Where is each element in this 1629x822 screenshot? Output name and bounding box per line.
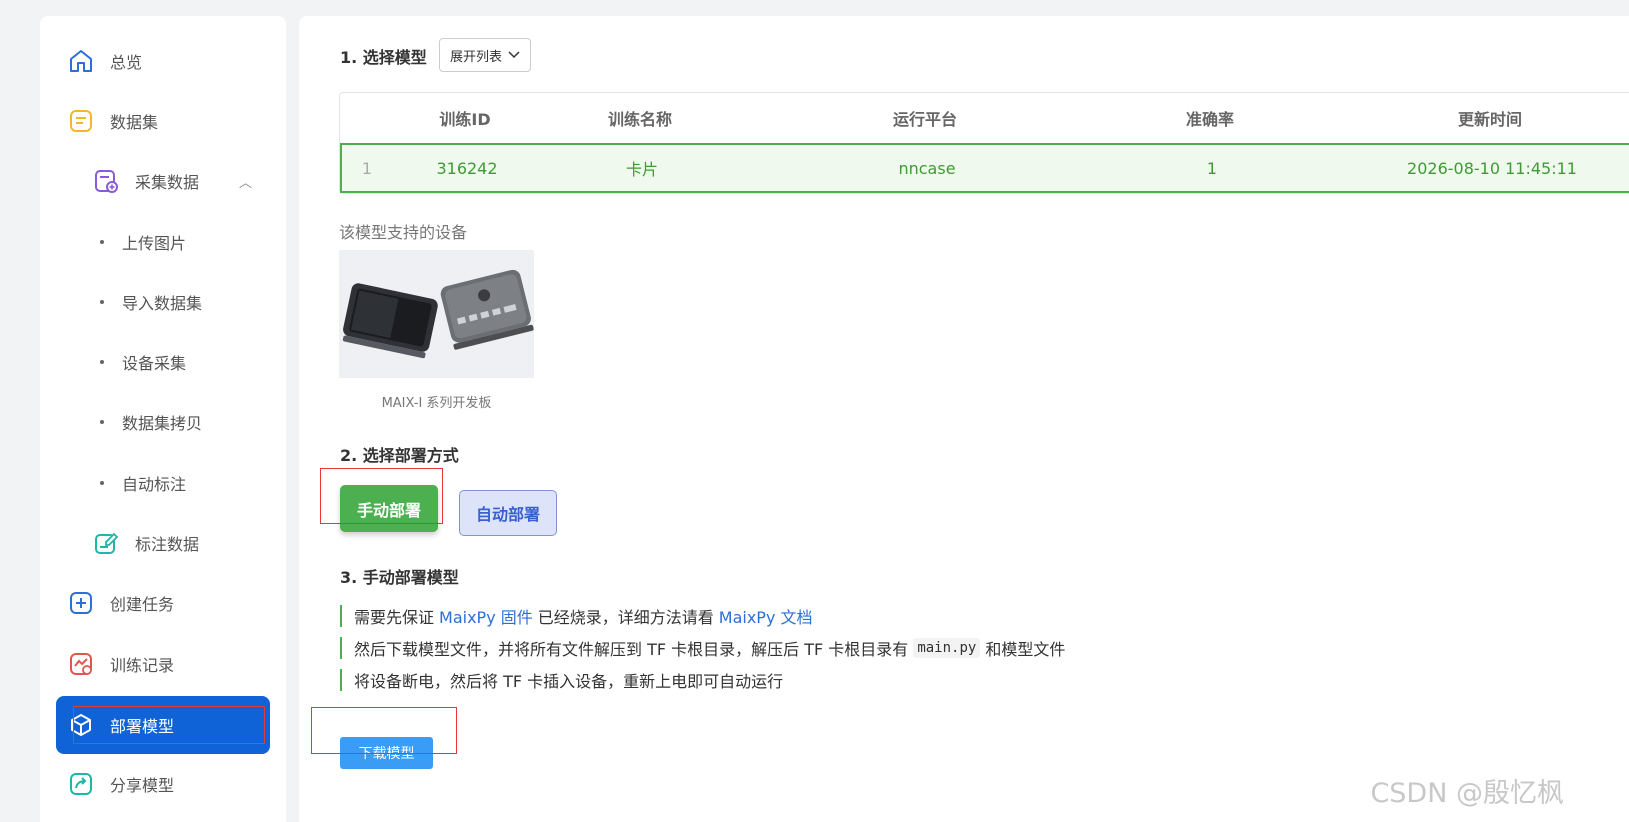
- step3-title: 3. 手动部署模型: [340, 568, 459, 587]
- instruction-text: 然后下载模型文件，并将所有文件解压到 TF 卡根目录，解压后 TF 卡根目录有: [354, 640, 909, 659]
- step1-title: 1. 选择模型: [340, 48, 427, 67]
- column-header: 训练名称: [607, 110, 672, 129]
- cell-updated: 2026-08-10 11:45:11: [1407, 158, 1577, 178]
- sidebar-item-label: 训练记录: [110, 656, 175, 675]
- sidebar-item-deploy-model[interactable]: 部署模型: [56, 696, 270, 754]
- sidebar-item-label: 标注数据: [135, 535, 200, 554]
- instruction-text: 将设备断电，然后将 TF 卡插入设备，重新上电即可自动运行: [354, 672, 784, 691]
- chevron-down-icon: [508, 48, 520, 63]
- dataset-icon: [67, 107, 95, 135]
- row-index: 1: [361, 158, 373, 178]
- plus-square-icon: [67, 589, 95, 617]
- supported-devices-label: 该模型支持的设备: [339, 223, 468, 242]
- sidebar-item-label: 创建任务: [110, 595, 175, 614]
- sidebar-subitem-auto-label[interactable]: 自动标注: [100, 468, 186, 498]
- sidebar-subitem-device-capture[interactable]: 设备采集: [100, 347, 186, 377]
- cube-icon: [67, 711, 95, 739]
- sidebar-item-label: 设备采集: [122, 354, 187, 373]
- step2-title: 2. 选择部署方式: [340, 446, 459, 465]
- column-header: 运行平台: [892, 110, 957, 129]
- instruction-line: 将设备断电，然后将 TF 卡插入设备，重新上电即可自动运行: [340, 669, 783, 691]
- sidebar-subitem-dataset-copy[interactable]: 数据集拷贝: [100, 407, 202, 437]
- sidebar-item-create-task[interactable]: 创建任务: [56, 575, 270, 631]
- sidebar-item-label: 上传图片: [122, 234, 187, 253]
- sidebar-item-label-data[interactable]: 标注数据: [56, 515, 270, 571]
- main-py-code: main.py: [913, 638, 981, 658]
- sidebar-item-label: 总览: [110, 53, 143, 72]
- sidebar-subitem-upload-images[interactable]: 上传图片: [100, 227, 186, 257]
- share-icon: [67, 770, 95, 798]
- sidebar-item-collect-data[interactable]: 采集数据 ︿: [56, 153, 270, 209]
- bullet-icon: [100, 360, 104, 364]
- dropdown-label: 展开列表: [449, 49, 502, 65]
- sidebar: 总览 数据集 采集数据 ︿ 上传图片 导入数据集 设备采集 数据集拷贝 自动标注: [40, 16, 286, 822]
- sidebar-item-label: 部署模型: [110, 717, 175, 736]
- auto-deploy-button[interactable]: 自动部署: [459, 490, 557, 536]
- main-panel: 1. 选择模型 展开列表 训练ID 训练名称 运行平台 准确率 更新时间 1 3…: [299, 16, 1629, 822]
- sidebar-item-label: 采集数据: [135, 173, 200, 192]
- train-records-icon: [67, 650, 95, 678]
- column-header: 更新时间: [1457, 110, 1522, 129]
- column-header: 准确率: [1185, 110, 1234, 129]
- sidebar-subitem-import-dataset[interactable]: 导入数据集: [100, 287, 202, 317]
- device-image: [339, 250, 534, 378]
- sidebar-item-label: 导入数据集: [122, 294, 203, 313]
- bullet-icon: [100, 420, 104, 424]
- cell-train-name: 卡片: [625, 160, 658, 179]
- model-table: 训练ID 训练名称 运行平台 准确率 更新时间 1 316242 卡片 nnca…: [339, 92, 1629, 194]
- sidebar-item-label: 自动标注: [122, 475, 187, 494]
- table-header: 训练ID 训练名称 运行平台 准确率 更新时间: [340, 93, 1629, 143]
- sidebar-item-share-model[interactable]: 分享模型: [56, 756, 270, 812]
- instruction-text: 和模型文件: [985, 640, 1066, 659]
- manual-deploy-button[interactable]: 手动部署: [340, 485, 438, 532]
- cell-platform: nncase: [898, 158, 956, 178]
- collect-data-icon: [92, 167, 120, 195]
- cell-train-id: 316242: [436, 158, 498, 178]
- maixpy-docs-link[interactable]: MaixPy 文档: [719, 604, 813, 628]
- expand-list-dropdown[interactable]: 展开列表: [439, 38, 531, 72]
- download-model-button[interactable]: 下载模型: [340, 737, 433, 769]
- bullet-icon: [100, 300, 104, 304]
- device-caption: MAIX-I 系列开发板: [381, 396, 492, 411]
- sidebar-item-train-records[interactable]: 训练记录: [56, 636, 270, 692]
- watermark: CSDN @殷忆枫: [1370, 778, 1564, 809]
- column-header: 训练ID: [439, 110, 491, 129]
- sidebar-item-label: 数据集: [110, 113, 159, 132]
- label-data-icon: [92, 529, 120, 557]
- sidebar-item-dataset[interactable]: 数据集: [56, 93, 270, 149]
- sidebar-item-label: 分享模型: [110, 776, 175, 795]
- bullet-icon: [100, 481, 104, 485]
- chevron-up-icon[interactable]: ︿: [239, 172, 252, 191]
- sidebar-item-label: 数据集拷贝: [122, 414, 203, 433]
- cell-accuracy: 1: [1206, 158, 1218, 178]
- instruction-text: 已经烧录，详细方法请看: [537, 608, 714, 627]
- maixpy-firmware-link[interactable]: MaixPy 固件: [439, 604, 533, 628]
- instruction-line: 需要先保证 MaixPy 固件 已经烧录，详细方法请看 MaixPy 文档: [340, 605, 818, 627]
- sidebar-item-overview[interactable]: 总览: [56, 33, 270, 89]
- home-icon: [67, 47, 95, 75]
- instruction-text: 需要先保证: [354, 608, 435, 627]
- table-row[interactable]: 1 316242 卡片 nncase 1 2026-08-10 11:45:11: [340, 143, 1629, 193]
- bullet-icon: [100, 240, 104, 244]
- instruction-line: 然后下载模型文件，并将所有文件解压到 TF 卡根目录，解压后 TF 卡根目录有 …: [340, 637, 1065, 659]
